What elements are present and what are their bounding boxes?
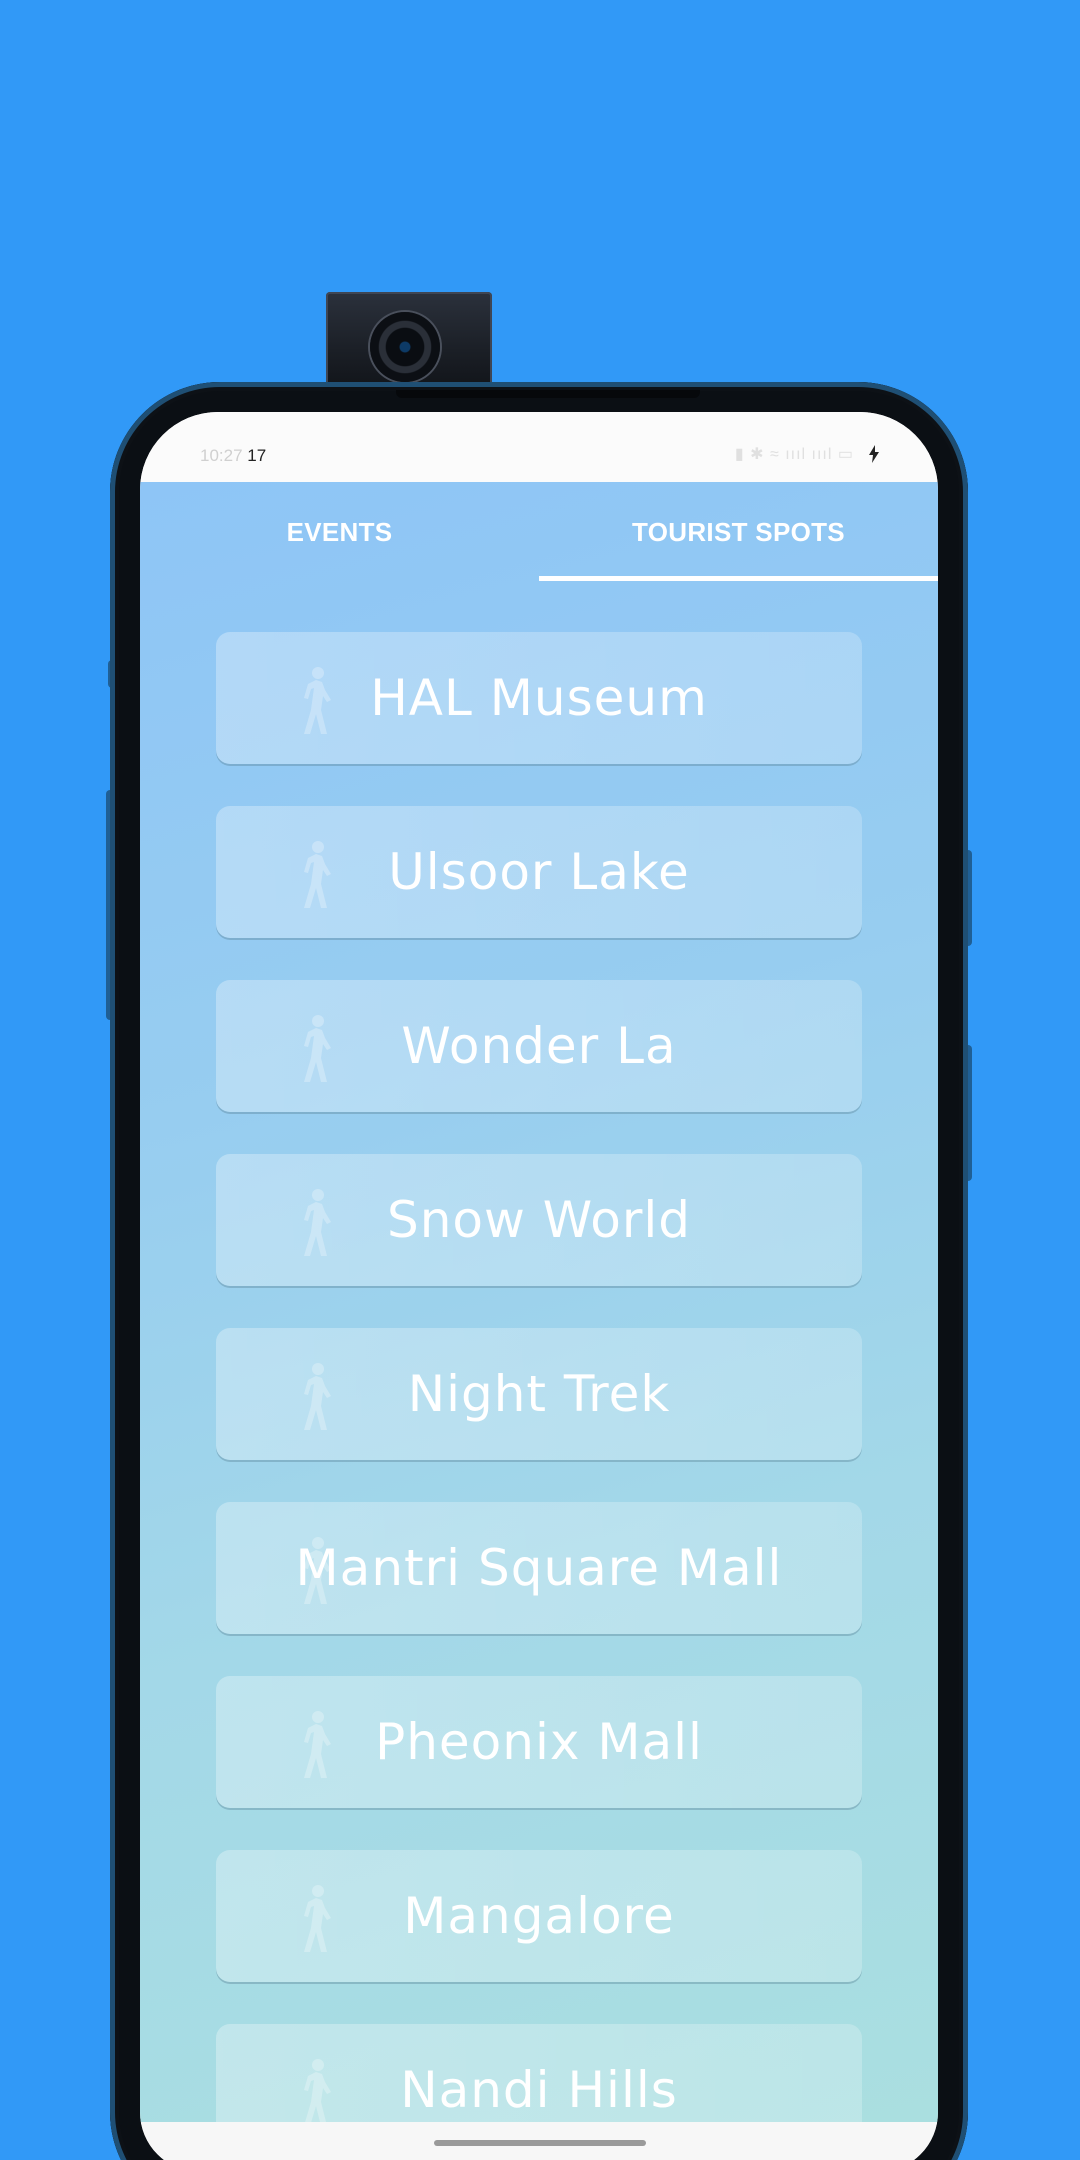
status-time: 10:27 17 xyxy=(200,446,266,466)
list-item-label: Ulsoor Lake xyxy=(388,843,690,901)
list-item[interactable]: Pheonix Mall xyxy=(216,1676,862,1808)
list-item[interactable]: Wonder La xyxy=(216,980,862,1112)
tab-selected-indicator xyxy=(539,576,938,581)
list-item-label: Wonder La xyxy=(401,1017,677,1075)
phone-screen: 10:27 17 ▮ ✱ ≈ ıııl ıııl ▭ EVENTS TOURIS… xyxy=(140,412,938,2160)
tab-tourist-spots-label: TOURIST SPOTS xyxy=(632,516,845,547)
home-indicator[interactable] xyxy=(434,2140,646,2146)
list-item[interactable]: Night Trek xyxy=(216,1328,862,1460)
popup-camera xyxy=(326,292,492,390)
list-item-label: Mangalore xyxy=(403,1887,675,1945)
list-item[interactable]: Ulsoor Lake xyxy=(216,806,862,938)
tab-bar: EVENTS TOURIST SPOTS xyxy=(140,482,938,582)
signal-icon: ▮ ✱ ≈ ıııl ıııl ▭ xyxy=(734,446,854,463)
tab-events-label: EVENTS xyxy=(286,516,393,547)
list-item-label: Pheonix Mall xyxy=(375,1713,703,1771)
list-item[interactable]: Mantri Square Mall xyxy=(216,1502,862,1634)
status-bar: 10:27 17 ▮ ✱ ≈ ıııl ıııl ▭ xyxy=(140,412,938,482)
walking-person-icon xyxy=(304,1363,331,1430)
phone-top-bar xyxy=(396,390,700,398)
list-item-label: Mantri Square Mall xyxy=(295,1539,783,1597)
walking-person-icon xyxy=(304,841,331,908)
tab-events[interactable]: EVENTS xyxy=(140,482,539,582)
charging-bolt-icon xyxy=(868,445,880,463)
camera-lens-icon xyxy=(370,312,440,382)
list-item[interactable]: Nandi Hills xyxy=(216,2024,862,2122)
tourist-spot-list: HAL Museum Ulsoor Lake Wonder La Snow Wo… xyxy=(216,632,862,2122)
tab-tourist-spots[interactable]: TOURIST SPOTS xyxy=(539,482,938,582)
walking-person-icon xyxy=(304,1015,331,1082)
list-item-label: Night Trek xyxy=(407,1365,671,1423)
list-item-label: Snow World xyxy=(386,1191,692,1249)
list-item-label: Nandi Hills xyxy=(400,2061,678,2119)
app-content: EVENTS TOURIST SPOTS HAL Museum Ulsoor L… xyxy=(140,482,938,2122)
list-item[interactable]: Snow World xyxy=(216,1154,862,1286)
walking-person-icon xyxy=(304,1711,331,1778)
walking-person-icon xyxy=(304,667,331,734)
walking-person-icon xyxy=(304,1885,331,1952)
walking-person-icon xyxy=(304,2059,331,2122)
device-mockup: 10:27 17 ▮ ✱ ≈ ıııl ıııl ▭ EVENTS TOURIS… xyxy=(0,0,1080,2160)
list-item[interactable]: Mangalore xyxy=(216,1850,862,1982)
status-time-text: 17 xyxy=(247,446,267,465)
status-time-hidden: 10:27 xyxy=(200,446,248,465)
list-item[interactable]: HAL Museum xyxy=(216,632,862,764)
walking-person-icon xyxy=(304,1189,331,1256)
list-item-label: HAL Museum xyxy=(370,669,708,727)
status-icons: ▮ ✱ ≈ ıııl ıııl ▭ xyxy=(735,444,880,464)
